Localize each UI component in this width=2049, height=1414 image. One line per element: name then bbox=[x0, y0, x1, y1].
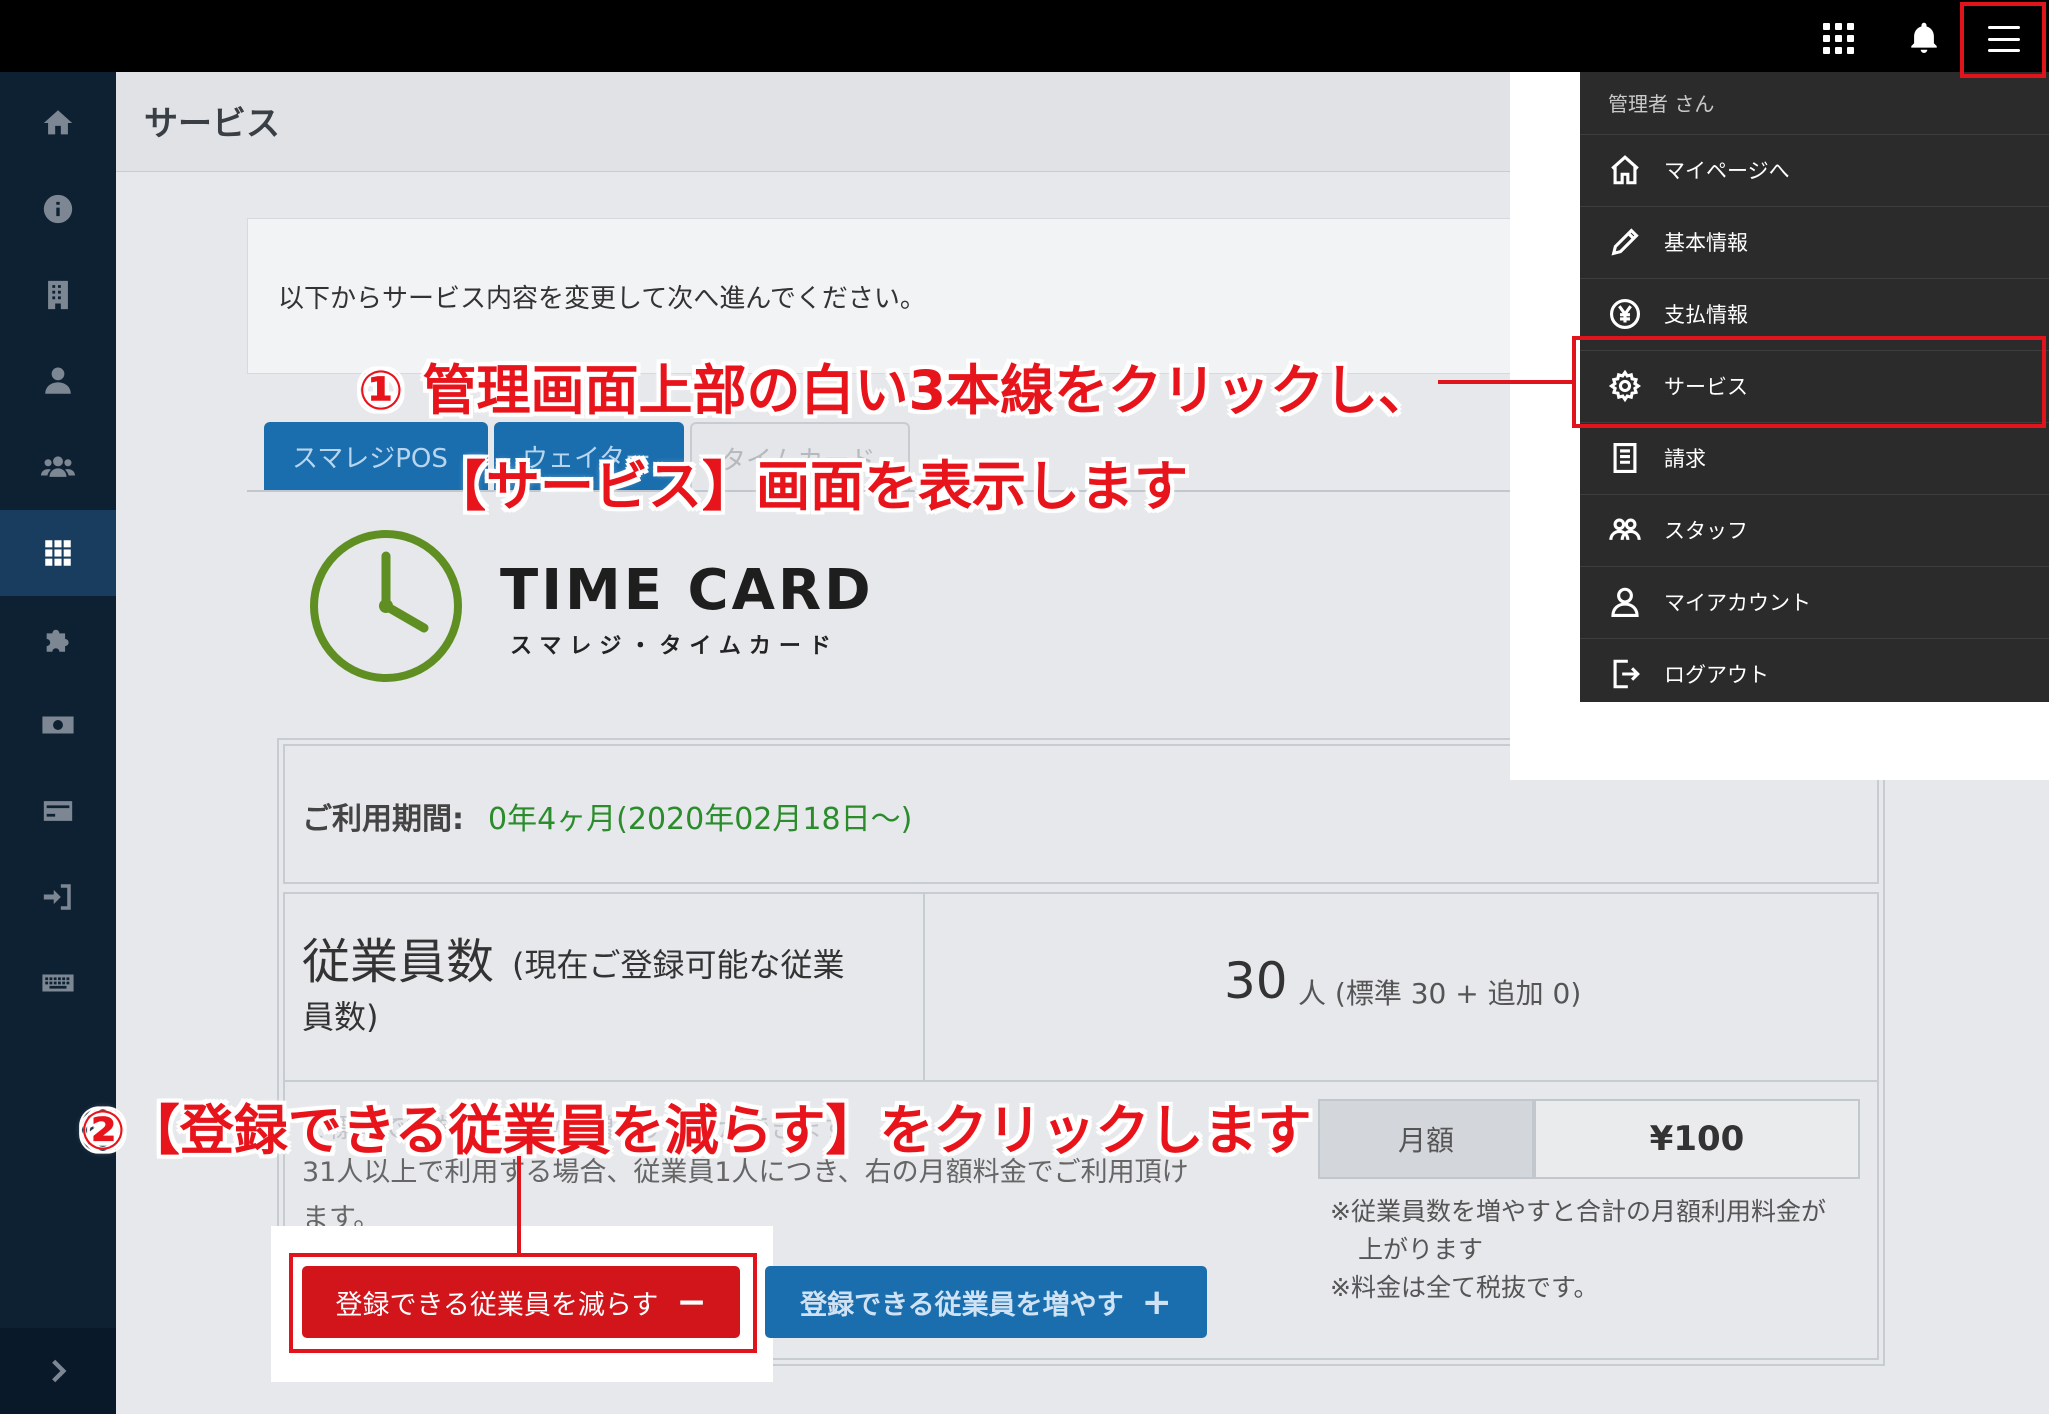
sidebar-item-home[interactable] bbox=[0, 80, 116, 166]
puzzle-icon bbox=[46, 629, 69, 652]
plus-icon: + bbox=[1141, 1281, 1172, 1323]
pencil-icon bbox=[1608, 225, 1642, 259]
staff-icon bbox=[1608, 513, 1642, 547]
yen-circle-icon bbox=[1608, 297, 1642, 331]
price-note-1-line2: 上がります bbox=[1358, 1235, 1484, 1264]
price-value: ¥100 bbox=[1534, 1099, 1860, 1179]
apps-grid-icon[interactable] bbox=[1820, 20, 1856, 56]
sidebar-item-keyboard[interactable] bbox=[0, 940, 116, 1026]
highlight-service-menu bbox=[1572, 336, 2046, 428]
menu-item-label: 基本情報 bbox=[1664, 230, 1748, 255]
menu-item-staff[interactable]: スタッフ bbox=[1580, 494, 2049, 564]
menu-item-invoice[interactable]: 請求 bbox=[1580, 422, 2049, 492]
employees-label-note: (現在ご登録可能な従業 bbox=[512, 946, 845, 984]
intro-text: 以下からサービス内容を変更して次へ進んでください。 bbox=[278, 284, 926, 314]
sidebar-item-users[interactable] bbox=[0, 424, 116, 510]
price-label: 月額 bbox=[1318, 1099, 1534, 1179]
period-label: ご利用期間: bbox=[302, 802, 464, 837]
employees-label: 従業員数 bbox=[302, 934, 495, 990]
money-icon bbox=[42, 716, 74, 734]
timecard-logo-title: TIME CARD bbox=[500, 558, 874, 623]
page-title: サービス bbox=[144, 104, 280, 144]
menu-item-label: マイページへ bbox=[1664, 158, 1790, 183]
sidebar bbox=[0, 72, 116, 1414]
sidebar-item-plugins[interactable] bbox=[0, 596, 116, 682]
highlight-hamburger bbox=[1960, 2, 2046, 78]
menu-item-basic-info[interactable]: 基本情報 bbox=[1580, 206, 2049, 276]
sidebar-item-billing[interactable] bbox=[0, 768, 116, 854]
menu-item-label: 支払情報 bbox=[1664, 302, 1748, 327]
keyboard-icon bbox=[42, 974, 74, 992]
menu-item-my-account[interactable]: マイアカウント bbox=[1580, 566, 2049, 636]
user-icon bbox=[45, 367, 71, 394]
menu-item-label: マイアカウント bbox=[1664, 590, 1811, 615]
menu-item-logout[interactable]: ログアウト bbox=[1580, 638, 2049, 708]
chevron-right-icon bbox=[52, 1359, 67, 1383]
annotation-step2: ②【登録できる従業員を減らす】をクリックします bbox=[80, 1099, 1312, 1162]
menu-item-label: スタッフ bbox=[1664, 518, 1748, 543]
menu-item-label: ログアウト bbox=[1664, 662, 1769, 687]
document-icon bbox=[1608, 441, 1642, 475]
employees-count: 30 bbox=[1224, 952, 1288, 1010]
apps-icon bbox=[45, 540, 71, 566]
sidebar-item-apps[interactable] bbox=[0, 510, 116, 596]
home-icon bbox=[43, 110, 73, 135]
bell-icon[interactable] bbox=[1906, 20, 1942, 56]
sidebar-item-user[interactable] bbox=[0, 338, 116, 424]
sidebar-item-store[interactable] bbox=[0, 252, 116, 338]
card-icon bbox=[43, 801, 73, 821]
user-outline-icon bbox=[1608, 585, 1642, 619]
employees-label-note-line2: 員数) bbox=[302, 998, 379, 1036]
building-icon bbox=[48, 280, 68, 310]
connector-line-1 bbox=[1438, 380, 1572, 384]
sidebar-item-money[interactable] bbox=[0, 682, 116, 768]
employees-detail: 人 (標準 30 + 追加 0) bbox=[1298, 977, 1582, 1010]
increase-employees-label: 登録できる従業員を増やす bbox=[800, 1289, 1124, 1321]
timecard-logo-subtitle: スマレジ・タイムカード bbox=[510, 634, 839, 659]
logout-icon bbox=[1608, 657, 1642, 691]
price-note-2: ※料金は全て税抜です。 bbox=[1330, 1273, 1599, 1302]
menu-item-label: 請求 bbox=[1664, 446, 1706, 471]
dropdown-user-name: 管理者 さん bbox=[1608, 92, 1715, 116]
menu-item-mypage[interactable]: マイページへ bbox=[1580, 134, 2049, 204]
sidebar-item-login[interactable] bbox=[0, 854, 116, 940]
sign-in-icon bbox=[43, 884, 71, 910]
sidebar-expand-button[interactable] bbox=[0, 1328, 116, 1414]
home-outline-icon bbox=[1608, 153, 1642, 187]
annotation-step1-line2: 【サービス】画面を表示します bbox=[432, 455, 1188, 518]
clock-logo-icon bbox=[310, 530, 462, 682]
price-note-1: ※従業員数を増やすと合計の月額利用料金が bbox=[1330, 1197, 1826, 1226]
increase-employees-button[interactable]: 登録できる従業員を増やす + bbox=[765, 1266, 1207, 1338]
annotation-step1: ① 管理画面上部の白い3本線をクリックし、 bbox=[358, 359, 1433, 422]
top-bar bbox=[0, 0, 2049, 72]
connector-line-2 bbox=[517, 1156, 521, 1253]
period-value: 0年4ヶ月(2020年02月18日〜) bbox=[488, 802, 913, 837]
highlight-decrease-button bbox=[289, 1253, 757, 1353]
info-icon bbox=[43, 194, 73, 224]
sidebar-item-info[interactable] bbox=[0, 166, 116, 252]
users-icon bbox=[41, 456, 75, 477]
